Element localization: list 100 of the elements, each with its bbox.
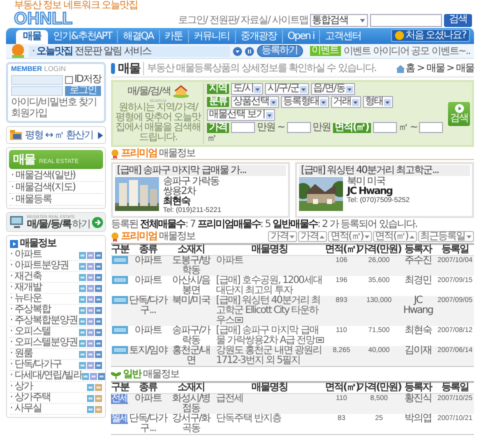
arrow-right-icon: [92, 216, 103, 228]
filter-dropdown[interactable]: 거래: [331, 96, 361, 108]
category-link[interactable]: · 오피스텔: [10, 327, 50, 337]
table-cell: 도봉구/방학동: [168, 256, 214, 276]
table-cell: 북미/미국: [168, 296, 214, 326]
nav-tab[interactable]: 중개광장: [234, 30, 282, 43]
search-hint: 원하시는 지역/가격/평형에 맞추어 오늘맛집에서 매물을 검색해 드립니다.: [115, 102, 201, 142]
converter-banner[interactable]: 평형 ↔ ㎡ 환산기: [6, 126, 106, 144]
agent-name: 최현숙: [163, 197, 190, 207]
sort-button[interactable]: 면적(㎡): [328, 231, 372, 242]
search-field[interactable]: [370, 14, 442, 26]
register-button[interactable]: 등록하기: [256, 45, 303, 57]
login-link[interactable]: 회원가입: [11, 108, 47, 119]
listing-link[interactable]: [급매] 호수공원, 1200세대 대단지 최고의 투자: [216, 276, 325, 296]
category-link[interactable]: · 오피스텔분양권: [10, 338, 78, 348]
table-cell: 주수진: [400, 256, 436, 276]
house-icon: [172, 84, 189, 98]
filter-dropdown[interactable]: 등록형태: [281, 96, 329, 108]
event-link[interactable]: 이벤트 아이디어 공모 이벤트~..: [344, 44, 470, 58]
sort-button[interactable]: 가격: [298, 231, 328, 242]
tagline: 부동산 정보 네트워크 오늘맛집: [14, 1, 138, 11]
filter-dropdown[interactable]: 상품선택: [231, 96, 279, 108]
table-cell: 아파트: [128, 326, 168, 346]
top-link[interactable]: 자료실/: [240, 13, 270, 27]
nav-tab[interactable]: 고객센터: [319, 30, 366, 43]
listing-link[interactable]: 단독주택 반지층: [216, 414, 325, 424]
search-scope-dropdown[interactable]: 통합검색: [310, 14, 368, 26]
caret-icon: [266, 112, 274, 118]
sort-button[interactable]: 가격: [268, 231, 298, 242]
password-field[interactable]: [11, 86, 64, 96]
table-cell: 단독/다가구...: [128, 414, 168, 434]
nav-tab[interactable]: 커뮤니티: [188, 30, 234, 43]
caret-icon: [352, 98, 359, 106]
table-cell: 홍천군/내면: [168, 346, 214, 366]
top-link[interactable]: 사이트맵: [272, 13, 308, 27]
caret-icon: [270, 98, 277, 106]
filter-dropdown[interactable]: 형태: [363, 96, 393, 108]
listing-count: 등록된 전체매물수: 7 프리미엄매물수: 5 일반매물수: 2 가 등록되어 있습니다.: [111, 219, 418, 230]
breadcrumb: 홈 > 매물 > 매물: [406, 63, 474, 74]
category-link[interactable]: · 상가: [10, 382, 32, 392]
category-link[interactable]: · 다세대/연립/빌라: [10, 371, 82, 381]
input-field[interactable]: [372, 122, 397, 133]
filter-dropdown[interactable]: 매물선택 보기: [207, 109, 276, 121]
category-link[interactable]: · 상가주택: [10, 393, 50, 403]
agent-name: JC Hwang: [347, 187, 392, 197]
nav-tab[interactable]: 해결QA: [116, 30, 158, 43]
nav-tab[interactable]: 카툰: [158, 30, 188, 43]
table-cell: 단독/다가구...: [128, 296, 168, 326]
section-title: 일반 매물정보: [123, 369, 180, 380]
id-field[interactable]: [11, 75, 64, 85]
input-field[interactable]: [419, 122, 444, 133]
nav-tab[interactable]: 매물: [16, 30, 48, 44]
filter-label: 가격: [207, 122, 229, 132]
category-link[interactable]: · 주상복합: [10, 305, 50, 315]
category-link[interactable]: · 주상복합분양권: [10, 316, 78, 326]
listing-link[interactable]: 강원도 홍천군 내면 광원리 1712-3번지 외 5필지: [216, 346, 325, 366]
filter-dropdown[interactable]: 읍/면/동: [311, 83, 355, 95]
notice-text: · 오늘맛집 전문판 알림 서비스: [29, 46, 230, 56]
table-cell: 아파트: [128, 256, 168, 276]
input-field[interactable]: [231, 122, 255, 133]
filter-dropdown[interactable]: 도/시: [231, 83, 264, 95]
listing-link[interactable]: [급매] 워싱턴 40분거리 최고학군 Ellicott City 타운하우스: [216, 296, 325, 326]
unit-label: 만원: [312, 122, 331, 132]
category-link[interactable]: · 아파트분양권: [10, 261, 68, 271]
listing-link[interactable]: [급매] 송파구 마지막 급매물 가락쌍용2차 A급 전망: [216, 326, 325, 346]
sort-button[interactable]: 최근등록일: [418, 231, 474, 242]
card-text: 쌍용2차: [163, 187, 197, 197]
unit-label: ㎡: [207, 134, 216, 144]
table-cell: 황진식: [400, 394, 436, 414]
page-title: 매물: [118, 62, 144, 75]
table-cell: 송파구/가락동: [168, 326, 214, 346]
remember-checkbox[interactable]: [65, 76, 74, 84]
filter-dropdown[interactable]: 시/구/군: [265, 83, 310, 95]
help-button[interactable]: 처음 오셨나요?: [390, 29, 470, 42]
card-title: [급매] 워싱턴 40분거리 최고학군...: [299, 165, 470, 176]
category-link[interactable]: · 사무실: [10, 404, 42, 414]
nav-tab[interactable]: 인기&추천APT: [48, 30, 117, 43]
sort-button[interactable]: 면적(㎡): [373, 231, 417, 242]
card-text: 북미 미국: [347, 177, 386, 187]
top-link[interactable]: 로그인/: [178, 13, 208, 27]
category-link[interactable]: · 재개발: [10, 283, 42, 293]
caret-icon: [300, 86, 308, 92]
category-link[interactable]: · 재건축: [10, 272, 42, 282]
category-link[interactable]: · 단독/다가구: [10, 360, 62, 370]
category-link[interactable]: · 아파트: [10, 250, 42, 260]
medal-icon: [111, 148, 119, 158]
nav-tab[interactable]: Open i: [282, 30, 320, 43]
converter-label: 평형 ↔ ㎡ 환산기: [25, 130, 94, 140]
menu-item[interactable]: · 매물검색(지도): [9, 182, 103, 194]
menu-item[interactable]: · 매물등록: [9, 194, 103, 206]
search-button[interactable]: 검색: [444, 14, 472, 26]
premium-badge-icon: [112, 256, 128, 264]
input-field[interactable]: [286, 122, 311, 133]
category-link[interactable]: · 뉴타운: [10, 294, 42, 304]
top-link[interactable]: 전원판/: [209, 13, 239, 27]
menu-item[interactable]: · 매물검색(일반): [9, 170, 103, 182]
pause-icon: [244, 46, 254, 56]
login-link[interactable]: 아이디/비밀번호 찾기: [11, 97, 97, 108]
category-link[interactable]: · 원룸: [10, 349, 32, 359]
table-cell: 최경민: [400, 276, 436, 296]
